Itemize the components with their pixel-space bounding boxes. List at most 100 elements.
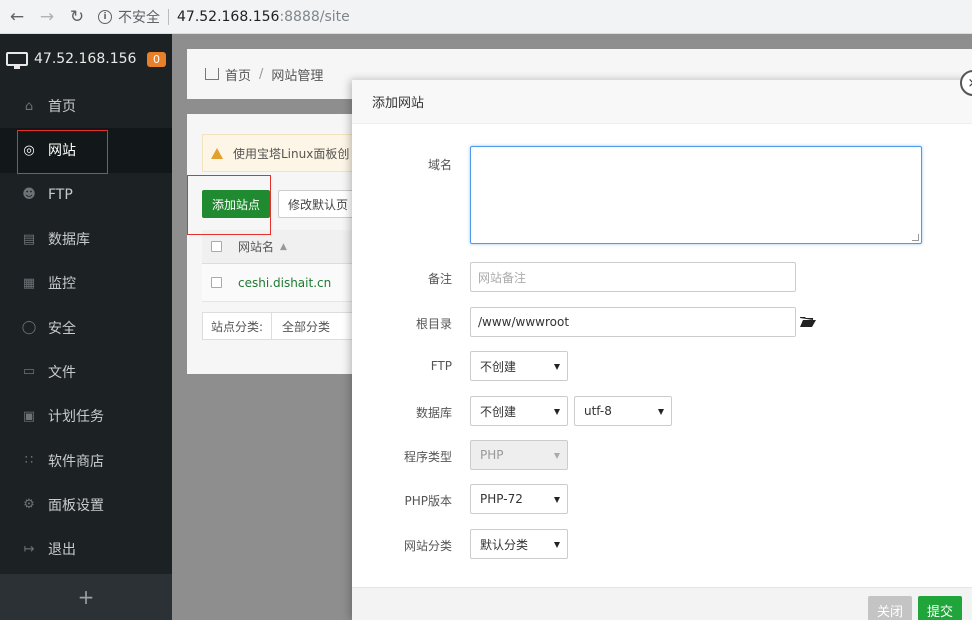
sidebar-item-label: 退出	[48, 542, 76, 559]
remark-input[interactable]: 网站备注	[470, 262, 796, 292]
dialog-title: 添加网站	[352, 80, 972, 124]
warning-text: 使用宝塔Linux面板创	[233, 146, 350, 161]
breadcrumb-current: 网站管理	[271, 68, 324, 84]
sidebar-item-label: 首页	[48, 99, 76, 116]
site-category-label: 网站分类	[403, 539, 452, 553]
forward-icon[interactable]: →	[34, 4, 60, 30]
root-dir-row: 根目录 /www/wwwroot	[352, 307, 972, 337]
remark-row: 备注 网站备注	[352, 262, 972, 292]
notification-badge[interactable]: 0	[147, 51, 166, 67]
database-select-value: 不创建	[480, 404, 517, 419]
sidebar-item-monitor[interactable]: ▦ 监控	[0, 261, 172, 305]
domain-textarea[interactable]	[470, 146, 922, 244]
category-select[interactable]: 全部分类	[272, 312, 363, 340]
row-checkbox[interactable]	[211, 277, 222, 288]
breadcrumb-home[interactable]: 首页	[225, 65, 251, 84]
charset-select-value: utf-8	[584, 404, 612, 418]
sidebar-item-home[interactable]: ⌂ 首页	[0, 84, 172, 128]
database-icon: ▤	[22, 231, 36, 247]
sidebar-item-security[interactable]: ◯ 安全	[0, 305, 172, 349]
back-icon[interactable]: ←	[4, 4, 30, 30]
url-path: :8888/site	[279, 8, 350, 25]
close-button[interactable]: 关闭	[868, 596, 912, 620]
php-version-value: PHP-72	[480, 492, 523, 506]
chevron-down-icon	[658, 409, 664, 415]
sidebar-item-label: 安全	[48, 320, 76, 337]
sidebar-item-settings[interactable]: ⚙ 面板设置	[0, 483, 172, 527]
ftp-select-value: 不创建	[480, 359, 517, 374]
sidebar-item-label: 软件商店	[48, 453, 104, 470]
breadcrumb-separator: /	[259, 66, 264, 82]
program-type-row: 程序类型 PHP	[352, 440, 972, 470]
calendar-icon: ▣	[22, 408, 36, 424]
sidebar-item-cron[interactable]: ▣ 计划任务	[0, 394, 172, 438]
logout-icon: ↦	[23, 541, 35, 557]
sidebar-item-files[interactable]: ▭ 文件	[0, 350, 172, 394]
sidebar-item-label: 面板设置	[48, 497, 104, 514]
info-icon[interactable]: i	[98, 9, 112, 24]
site-category-row: 网站分类 默认分类	[352, 529, 972, 559]
php-version-label: PHP版本	[404, 494, 453, 508]
sidebar-item-label: 数据库	[48, 232, 90, 249]
domain-row: 域名	[352, 146, 972, 246]
root-dir-input[interactable]: /www/wwwroot	[470, 307, 796, 337]
chevron-down-icon	[554, 542, 560, 548]
sidebar-item-ftp[interactable]: ☻ FTP	[0, 173, 172, 217]
server-ip: 47.52.168.156	[34, 51, 137, 67]
chevron-down-icon	[554, 364, 560, 370]
sidebar-item-database[interactable]: ▤ 数据库	[0, 217, 172, 261]
charset-select[interactable]: utf-8	[574, 396, 672, 426]
home-icon	[205, 68, 219, 80]
reload-icon[interactable]: ↻	[64, 4, 90, 30]
highlight-box	[187, 175, 271, 235]
insecure-label: 不安全	[118, 9, 160, 26]
site-name-link[interactable]: ceshi.dishait.cn	[238, 276, 331, 290]
sidebar-item-label: 监控	[48, 276, 76, 293]
sidebar-item-label: 文件	[48, 364, 76, 381]
remark-label: 备注	[427, 272, 452, 286]
sort-up-icon[interactable]: ▲	[280, 242, 287, 252]
highlight-box	[17, 130, 108, 174]
server-monitor-icon	[6, 52, 28, 69]
dialog-footer: 关闭 提交	[352, 587, 972, 620]
add-site-dialog: 添加网站 × 域名 备注 网站备注 根目录 /www/wwwroot FTP 不…	[352, 70, 972, 620]
php-version-select[interactable]: PHP-72	[470, 484, 568, 514]
sidebar-item-store[interactable]: ∷ 软件商店	[0, 438, 172, 482]
home-icon: ⌂	[24, 98, 34, 114]
site-category-value: 默认分类	[480, 537, 529, 552]
address-bar[interactable]: i 不安全 47.52.168.156:8888/site	[98, 7, 350, 27]
column-header-name[interactable]: 网站名	[238, 238, 274, 255]
php-version-row: PHP版本 PHP-72	[352, 484, 972, 514]
submit-button[interactable]: 提交	[918, 596, 962, 620]
chevron-down-icon	[554, 497, 560, 503]
warning-icon	[211, 147, 223, 159]
gear-icon: ⚙	[23, 497, 35, 513]
ftp-row: FTP 不创建	[352, 351, 972, 381]
program-type-value: PHP	[480, 448, 504, 462]
shield-icon: ◯	[21, 320, 37, 336]
address-divider	[168, 8, 169, 25]
database-label: 数据库	[415, 406, 452, 420]
ftp-label: FTP	[430, 359, 452, 373]
modify-default-page-button[interactable]: 修改默认页	[278, 190, 358, 218]
grid-icon: ∷	[24, 453, 34, 469]
ftp-icon: ☻	[22, 187, 36, 203]
browser-toolbar: ← → ↻ i 不安全 47.52.168.156:8888/site	[0, 0, 972, 34]
category-label: 站点分类:	[202, 312, 273, 340]
database-select[interactable]: 不创建	[470, 396, 568, 426]
folder-open-icon[interactable]	[800, 316, 816, 328]
sidebar-item-label: FTP	[48, 186, 73, 203]
domain-label: 域名	[427, 158, 452, 172]
program-type-label: 程序类型	[403, 450, 452, 464]
sidebar-header: 47.52.168.156 0	[0, 34, 172, 84]
monitor-icon: ▦	[22, 275, 36, 291]
ftp-select[interactable]: 不创建	[470, 351, 568, 381]
chevron-down-icon	[554, 453, 560, 459]
select-all-checkbox[interactable]	[211, 241, 222, 252]
chevron-down-icon	[554, 409, 560, 415]
add-button[interactable]: +	[0, 574, 172, 620]
root-dir-label: 根目录	[415, 317, 452, 331]
site-category-select[interactable]: 默认分类	[470, 529, 568, 559]
sidebar-item-logout[interactable]: ↦ 退出	[0, 527, 172, 571]
database-row: 数据库 不创建 utf-8	[352, 396, 972, 426]
